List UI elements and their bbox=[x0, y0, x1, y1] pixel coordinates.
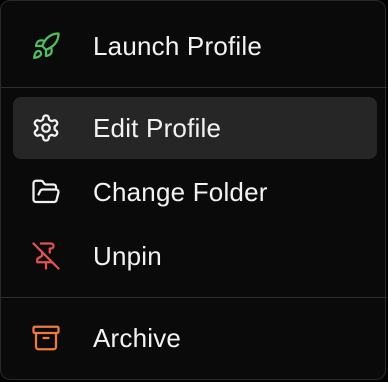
menu-item-change-folder[interactable]: Change Folder bbox=[13, 161, 377, 223]
pin-off-icon bbox=[31, 241, 61, 271]
menu-item-unpin[interactable]: Unpin bbox=[13, 225, 377, 287]
context-menu: Launch Profile Edit Profile Change Folde… bbox=[0, 0, 387, 380]
menu-item-label: Archive bbox=[93, 322, 182, 353]
rocket-icon bbox=[31, 31, 61, 61]
menu-item-launch-profile[interactable]: Launch Profile bbox=[13, 15, 377, 77]
folder-open-icon bbox=[31, 177, 61, 207]
menu-item-label: Change Folder bbox=[93, 176, 268, 207]
menu-item-archive[interactable]: Archive bbox=[13, 307, 377, 369]
menu-divider bbox=[1, 297, 387, 298]
gear-icon bbox=[31, 113, 61, 143]
menu-item-edit-profile[interactable]: Edit Profile bbox=[13, 97, 377, 159]
menu-item-label: Unpin bbox=[93, 240, 162, 271]
menu-item-label: Launch Profile bbox=[93, 30, 263, 61]
menu-item-label: Edit Profile bbox=[93, 112, 222, 143]
archive-icon bbox=[31, 323, 61, 353]
menu-divider bbox=[1, 87, 387, 88]
